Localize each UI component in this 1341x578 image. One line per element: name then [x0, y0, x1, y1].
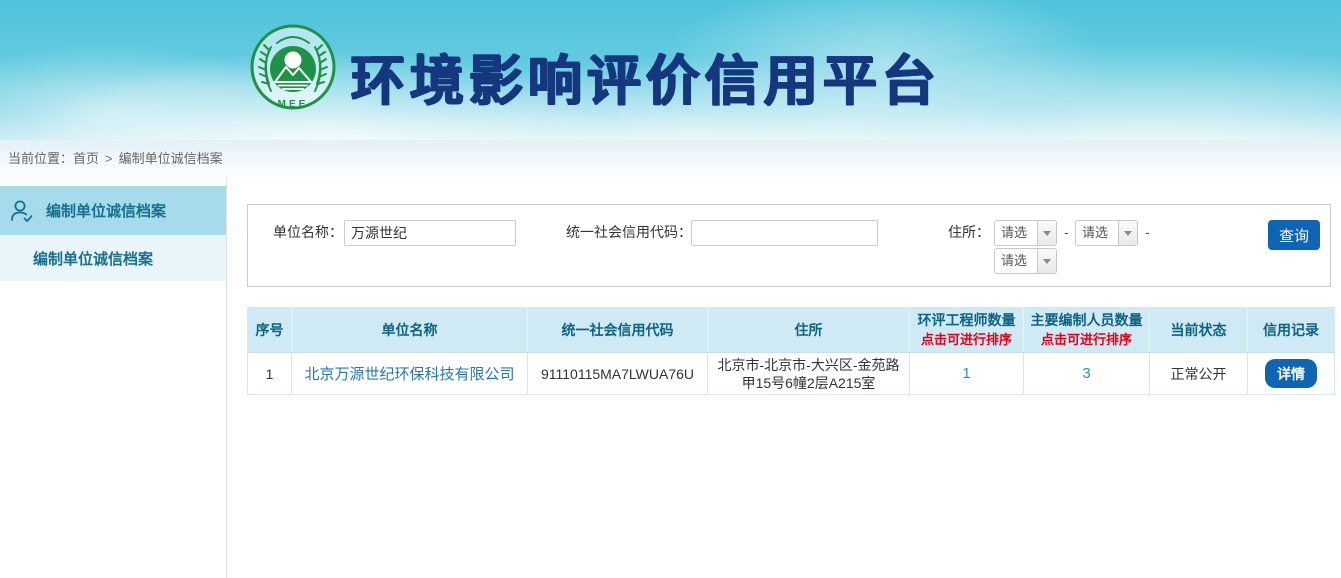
header-engineer-count-sortable[interactable]: 环评工程师数量 点击可进行排序 — [910, 308, 1024, 353]
sort-hint-staff[interactable]: 点击可进行排序 — [1026, 330, 1147, 349]
sidebar-item-credit-archive[interactable]: 编制单位诚信档案 — [0, 235, 226, 281]
header-address: 住所 — [708, 308, 910, 353]
site-header: MEE 环境影响评价信用平台 — [0, 0, 1341, 140]
cell-status: 正常公开 — [1150, 353, 1248, 395]
company-name-input[interactable] — [344, 220, 516, 246]
engineer-count-link[interactable]: 1 — [962, 365, 970, 382]
chevron-down-icon[interactable] — [1118, 221, 1137, 245]
district-select[interactable]: 请选择 — [994, 248, 1057, 274]
company-name-label: 单位名称： — [273, 219, 343, 245]
chevron-down-icon[interactable] — [1037, 249, 1056, 273]
header-index: 序号 — [248, 308, 292, 353]
user-check-icon — [8, 198, 34, 224]
header-engineer-count-label: 环评工程师数量 — [918, 312, 1016, 328]
results-table: 序号 单位名称 统一社会信用代码 住所 环评工程师数量 点击可进行排序 主要编制… — [247, 307, 1335, 395]
sidebar-item-label: 编制单位诚信档案 — [46, 200, 166, 221]
mee-logo-icon: MEE — [248, 22, 338, 112]
sidebar-subitem-label: 编制单位诚信档案 — [33, 248, 153, 269]
detail-button[interactable]: 详情 — [1265, 359, 1317, 388]
chevron-down-icon[interactable] — [1037, 221, 1056, 245]
address-dash-2: - — [1145, 219, 1150, 245]
address-dash-1: - — [1064, 219, 1069, 245]
cell-index: 1 — [248, 353, 292, 395]
header-company: 单位名称 — [292, 308, 528, 353]
city-select[interactable]: 请选择 — [1075, 220, 1138, 246]
cell-credit-code: 91110115MA7LWUA76U — [528, 353, 708, 395]
province-select-value: 请选择 — [995, 221, 1037, 245]
search-button[interactable]: 查询 — [1268, 220, 1320, 250]
credit-code-input[interactable] — [691, 220, 878, 246]
staff-count-link[interactable]: 3 — [1082, 365, 1090, 382]
sidebar: 编制单位诚信档案 编制单位诚信档案 — [0, 177, 227, 578]
header-staff-count-sortable[interactable]: 主要编制人员数量 点击可进行排序 — [1024, 308, 1150, 353]
header-credit-code: 统一社会信用代码 — [528, 308, 708, 353]
address-label: 住所： — [948, 219, 990, 245]
breadcrumb-home-link[interactable]: 首页 — [73, 151, 99, 166]
breadcrumb: 当前位置：首页 > 编制单位诚信档案 — [0, 140, 1341, 177]
search-panel: 单位名称： 统一社会信用代码： 住所： 请选择 - 请选择 - 请选择 查询 — [247, 204, 1331, 287]
province-select[interactable]: 请选择 — [994, 220, 1057, 246]
header-status: 当前状态 — [1150, 308, 1248, 353]
page-body: 编制单位诚信档案 编制单位诚信档案 单位名称： 统一社会信用代码： 住所： 请选… — [0, 177, 1341, 578]
district-select-value: 请选择 — [995, 249, 1037, 273]
breadcrumb-separator: > — [105, 151, 113, 166]
logo-mee-text: MEE — [278, 99, 309, 110]
sidebar-item-credit-archive-group[interactable]: 编制单位诚信档案 — [0, 186, 226, 235]
cell-address: 北京市-北京市-大兴区-金苑路甲15号6幢2层A215室 — [708, 353, 910, 395]
table-row: 1 北京万源世纪环保科技有限公司 91110115MA7LWUA76U 北京市-… — [248, 353, 1335, 395]
breadcrumb-current: 编制单位诚信档案 — [119, 151, 223, 166]
table-header-row: 序号 单位名称 统一社会信用代码 住所 环评工程师数量 点击可进行排序 主要编制… — [248, 308, 1335, 353]
credit-code-label: 统一社会信用代码： — [566, 219, 692, 245]
page-title: 环境影响评价信用平台 — [350, 36, 940, 115]
header-staff-count-label: 主要编制人员数量 — [1031, 312, 1143, 328]
sort-hint-engineer[interactable]: 点击可进行排序 — [912, 330, 1021, 349]
company-link[interactable]: 北京万源世纪环保科技有限公司 — [304, 366, 514, 383]
breadcrumb-prefix: 当前位置： — [8, 151, 73, 166]
header-credit-record: 信用记录 — [1248, 308, 1335, 353]
city-select-value: 请选择 — [1076, 221, 1118, 245]
